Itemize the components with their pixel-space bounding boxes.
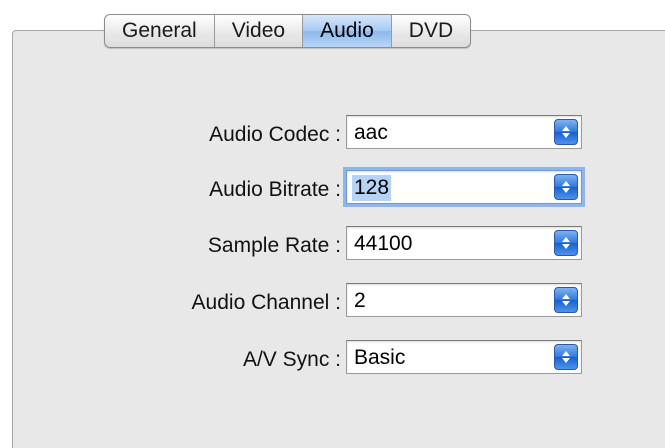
audio-bitrate-dropdown-arrow[interactable] <box>551 171 581 203</box>
audio-bitrate-row: Audio Bitrate : 128 <box>0 170 665 210</box>
chevron-down-icon <box>562 244 570 249</box>
chevron-up-icon <box>562 126 570 131</box>
tab-dvd[interactable]: DVD <box>392 15 470 47</box>
audio-codec-value: aac <box>354 121 388 144</box>
audio-codec-dropdown-arrow[interactable] <box>551 116 581 148</box>
sample-rate-label: Sample Rate : <box>207 234 341 257</box>
audio-codec-select[interactable]: aac <box>346 115 582 149</box>
chevron-up-icon <box>562 351 570 356</box>
stepper-arrows-icon <box>554 230 578 256</box>
chevron-down-icon <box>562 358 570 363</box>
chevron-up-icon <box>562 237 570 242</box>
audio-channel-select[interactable]: 2 <box>346 283 582 317</box>
sample-rate-dropdown-arrow[interactable] <box>551 227 581 259</box>
audio-bitrate-label: Audio Bitrate : <box>209 178 341 201</box>
tab-general[interactable]: General <box>105 15 215 47</box>
av-sync-select[interactable]: Basic <box>346 340 582 374</box>
av-sync-row: A/V Sync : Basic <box>0 340 665 380</box>
chevron-up-icon <box>562 181 570 186</box>
stepper-arrows-icon <box>554 287 578 313</box>
audio-channel-row: Audio Channel : 2 <box>0 283 665 323</box>
sample-rate-value: 44100 <box>354 232 413 255</box>
audio-bitrate-value: 128 <box>352 175 392 201</box>
tab-video[interactable]: Video <box>215 15 304 47</box>
sample-rate-select[interactable]: 44100 <box>346 226 582 260</box>
audio-channel-label: Audio Channel : <box>191 291 341 314</box>
audio-codec-row: Audio Codec : aac <box>0 115 665 155</box>
audio-bitrate-select[interactable]: 128 <box>346 170 582 204</box>
chevron-down-icon <box>562 133 570 138</box>
sample-rate-row: Sample Rate : 44100 <box>0 226 665 266</box>
tab-bar: General Video Audio DVD <box>104 14 472 48</box>
av-sync-dropdown-arrow[interactable] <box>551 341 581 373</box>
preferences-window: General Video Audio DVD Audio Codec : aa… <box>0 0 665 448</box>
audio-codec-label: Audio Codec : <box>209 123 341 146</box>
stepper-arrows-icon <box>554 119 578 145</box>
chevron-up-icon <box>562 294 570 299</box>
stepper-arrows-icon <box>554 344 578 370</box>
chevron-down-icon <box>562 188 570 193</box>
av-sync-value: Basic <box>354 346 406 369</box>
audio-channel-dropdown-arrow[interactable] <box>551 284 581 316</box>
tab-audio[interactable]: Audio <box>303 15 392 47</box>
av-sync-label: A/V Sync : <box>242 348 341 371</box>
stepper-arrows-icon <box>554 174 578 200</box>
audio-channel-value: 2 <box>354 289 366 312</box>
chevron-down-icon <box>562 301 570 306</box>
